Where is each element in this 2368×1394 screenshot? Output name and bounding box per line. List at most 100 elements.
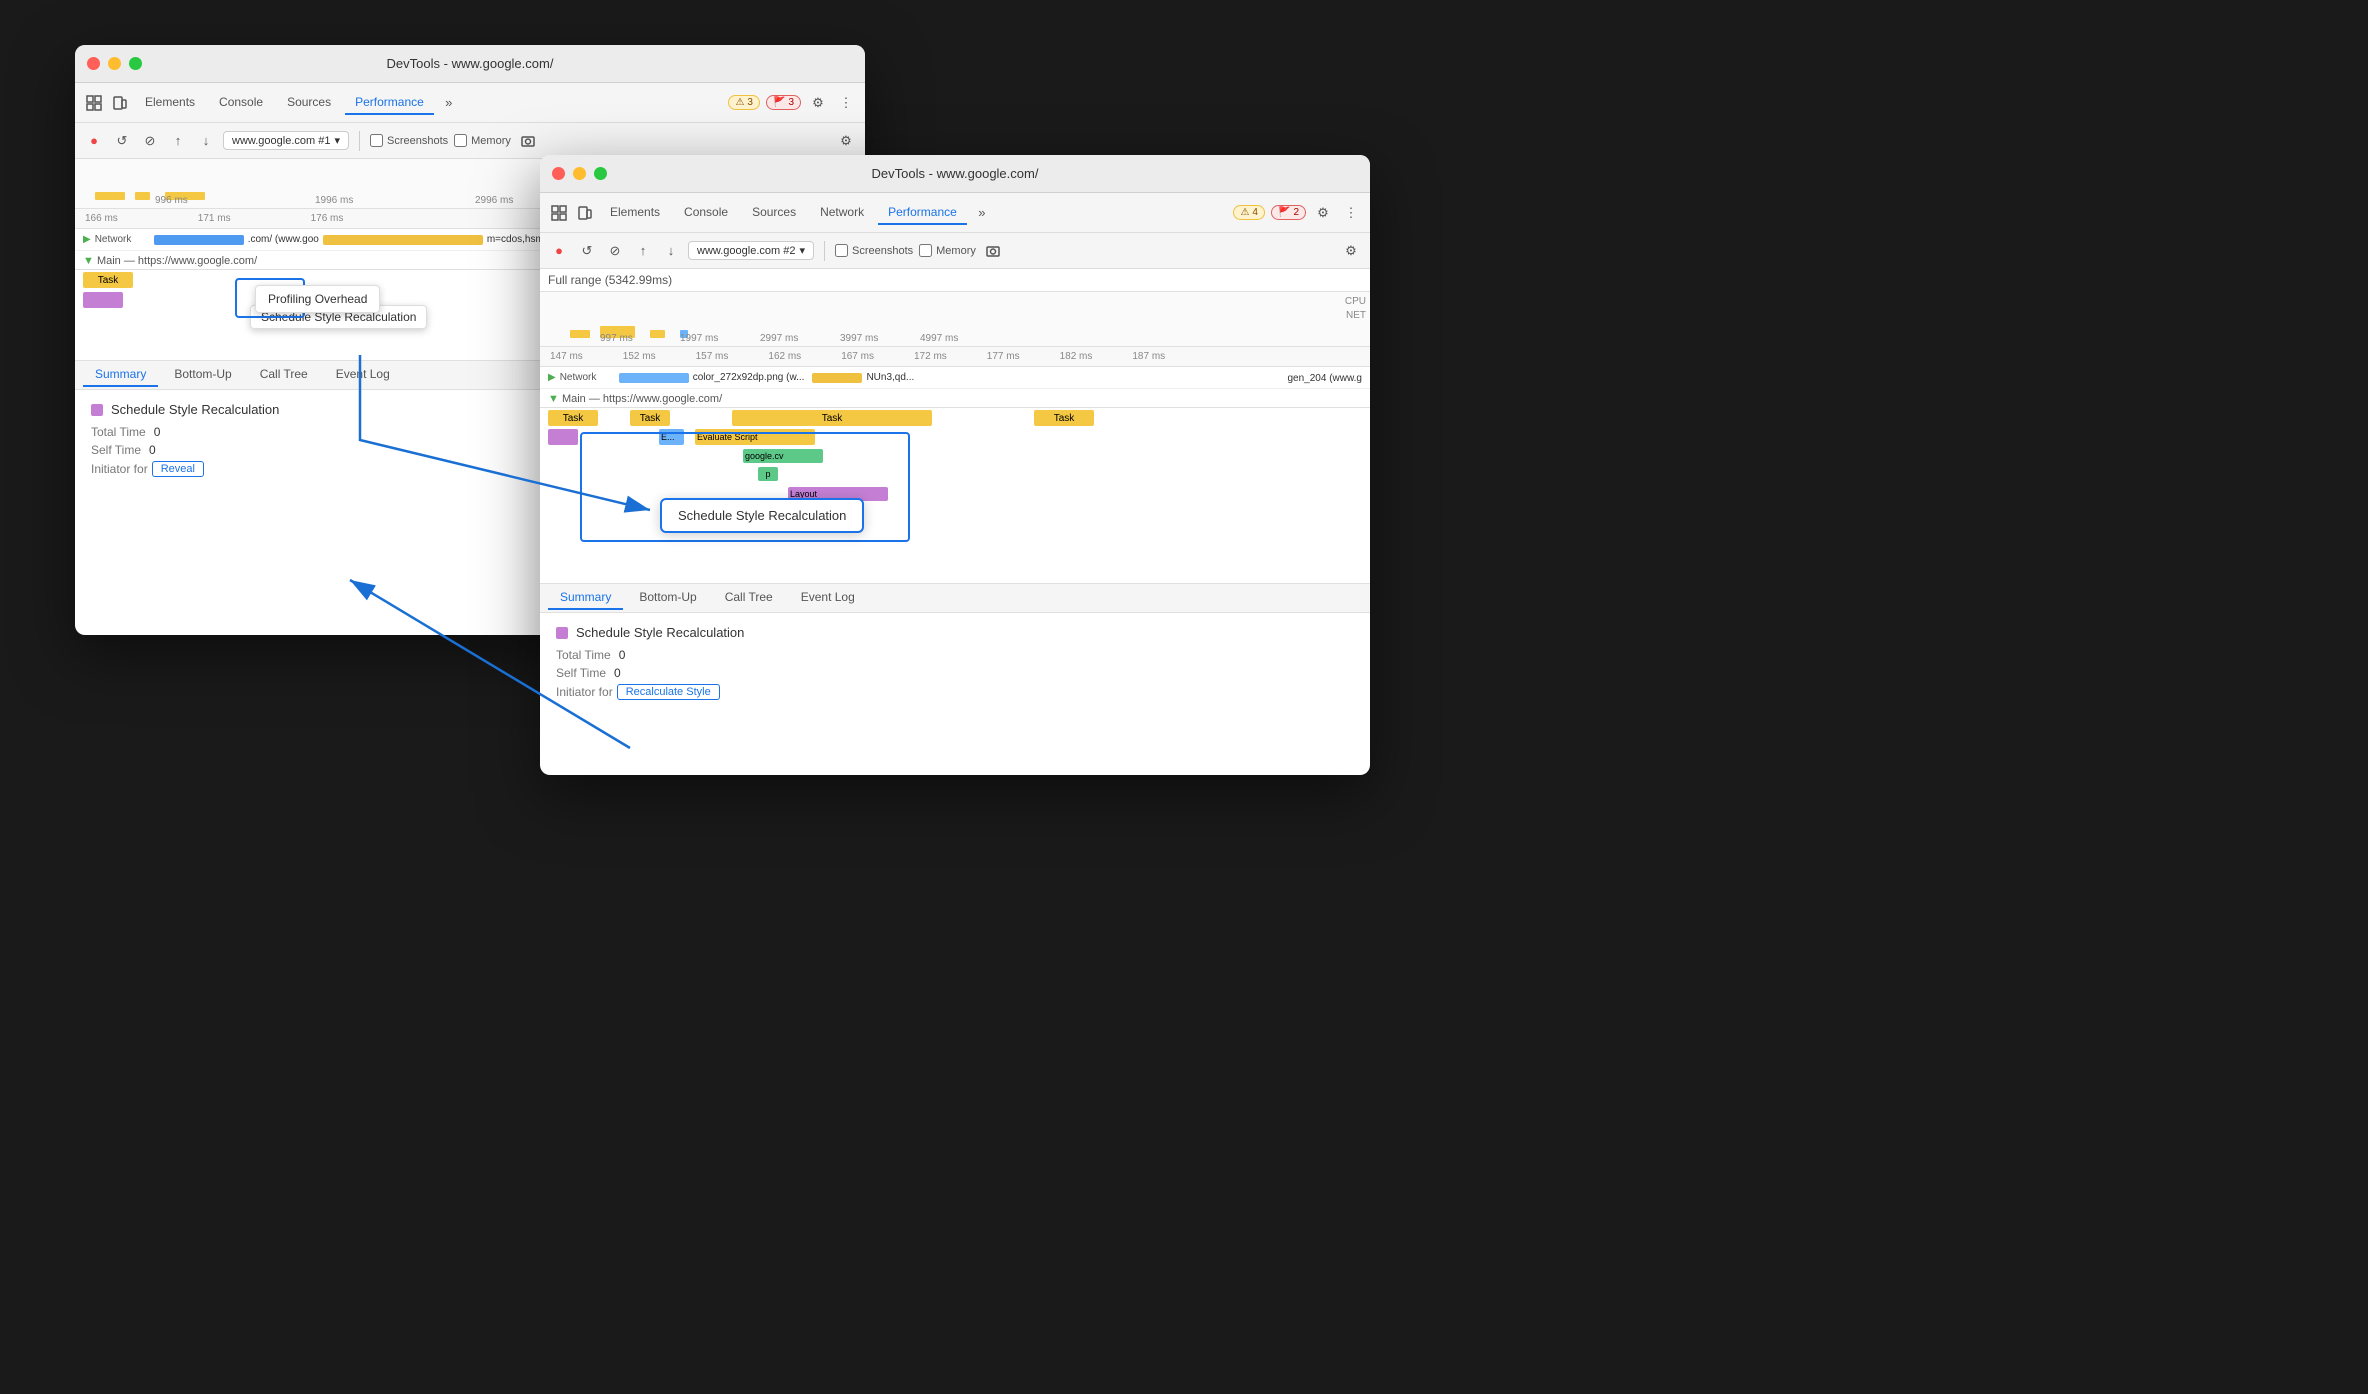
back-screenshots-check[interactable]: Screenshots (370, 134, 448, 147)
back-clear-icon[interactable]: ⊘ (139, 130, 161, 152)
back-reload-icon[interactable]: ↺ (111, 130, 133, 152)
front-recalculate-btn[interactable]: Recalculate Style (617, 684, 720, 700)
front-task-1[interactable]: Task (548, 410, 598, 426)
back-main-arrow: ▼ (83, 255, 94, 267)
front-device-icon[interactable] (574, 202, 596, 224)
back-tab-summary[interactable]: Summary (83, 363, 158, 387)
back-mark-2: 1996 ms (315, 195, 353, 206)
back-device-icon[interactable] (109, 92, 131, 114)
back-err-badge: 🚩 3 (766, 95, 801, 110)
front-net-bar-3-wrap: gen_204 (www.g (1288, 372, 1363, 384)
front-inspect-icon[interactable] (548, 202, 570, 224)
front-p-block[interactable]: p (758, 467, 778, 481)
back-tab-event-log[interactable]: Event Log (324, 363, 402, 387)
back-close-btn[interactable] (87, 57, 100, 70)
front-net-bar-2 (812, 373, 862, 383)
front-memory-checkbox[interactable] (919, 244, 932, 257)
back-download-icon[interactable]: ↓ (195, 130, 217, 152)
back-task-block-1[interactable]: Task (83, 272, 133, 288)
back-memory-check[interactable]: Memory (454, 134, 511, 147)
back-style-block-1[interactable] (83, 292, 123, 308)
front-screenshots-checkbox[interactable] (835, 244, 848, 257)
back-err-count: 3 (788, 97, 794, 108)
front-mark-3: 2997 ms (760, 333, 798, 344)
front-clear-icon[interactable]: ⊘ (604, 240, 626, 262)
back-tab-call-tree[interactable]: Call Tree (248, 363, 320, 387)
front-memory-check[interactable]: Memory (919, 244, 976, 257)
back-tab-performance[interactable]: Performance (345, 91, 434, 115)
back-screenshots-checkbox[interactable] (370, 134, 383, 147)
back-max-btn[interactable] (129, 57, 142, 70)
back-mark-3: 2996 ms (475, 195, 513, 206)
front-memory-label: Memory (936, 245, 976, 257)
front-googlecv-block[interactable]: google.cv (743, 449, 823, 463)
back-tab-sources[interactable]: Sources (277, 91, 341, 115)
front-upload-icon[interactable]: ↑ (632, 240, 654, 262)
front-max-btn[interactable] (594, 167, 607, 180)
back-perf-settings-icon[interactable]: ⚙ (835, 130, 857, 152)
front-total-time-label: Total Time (556, 648, 611, 662)
front-more-tabs-icon[interactable]: » (971, 202, 993, 224)
back-ruler-mark-1: 166 ms (85, 213, 118, 224)
back-upload-icon[interactable]: ↑ (167, 130, 189, 152)
front-screenshots-label: Screenshots (852, 245, 913, 257)
front-tab-console[interactable]: Console (674, 201, 738, 225)
front-schedule-style-text: Schedule Style Recalculation (678, 508, 846, 523)
back-inspect-icon[interactable] (83, 92, 105, 114)
front-self-time-label: Self Time (556, 666, 606, 680)
back-tab-elements[interactable]: Elements (135, 91, 205, 115)
front-screenshot-capture-icon[interactable] (982, 240, 1004, 262)
front-total-time-value: 0 (619, 648, 626, 662)
front-mini-bar-1 (570, 330, 590, 338)
front-summary-title-text: Schedule Style Recalculation (576, 625, 744, 640)
front-task-4[interactable]: Task (1034, 410, 1094, 426)
front-tab-elements[interactable]: Elements (600, 201, 670, 225)
front-close-btn[interactable] (552, 167, 565, 180)
front-url-badge: www.google.com #2 ▾ (688, 241, 814, 260)
front-ruler-m7: 177 ms (987, 351, 1020, 362)
front-task-2[interactable]: Task (630, 410, 670, 426)
back-memory-checkbox[interactable] (454, 134, 467, 147)
front-task-3[interactable]: Task (732, 410, 932, 426)
back-network-text-1: .com/ (www.goo (248, 234, 319, 245)
front-tab-event-log[interactable]: Event Log (789, 586, 867, 610)
back-url-arrow[interactable]: ▾ (334, 134, 340, 147)
front-e-block[interactable]: E... (659, 429, 684, 445)
front-self-time-value: 0 (614, 666, 621, 680)
back-record-icon[interactable]: ● (83, 130, 105, 152)
back-tab-bottom-up[interactable]: Bottom-Up (162, 363, 243, 387)
back-reveal-btn[interactable]: Reveal (152, 461, 204, 477)
front-record-icon[interactable]: ● (548, 240, 570, 262)
front-min-btn[interactable] (573, 167, 586, 180)
front-tab-summary[interactable]: Summary (548, 586, 623, 610)
back-more-icon[interactable]: ⋮ (835, 92, 857, 114)
front-download-icon[interactable]: ↓ (660, 240, 682, 262)
back-err-icon: 🚩 (773, 97, 785, 108)
front-flame-row-2: E... Evaluate Script (540, 428, 1370, 448)
front-evaluate-block[interactable]: Evaluate Script (695, 429, 815, 445)
front-perf-settings-icon[interactable]: ⚙ (1340, 240, 1362, 262)
back-warn-badge: ⚠ 3 (728, 95, 760, 110)
front-initiator-label: Initiator for (556, 685, 613, 699)
back-settings-icon[interactable]: ⚙ (807, 92, 829, 114)
front-screenshots-check[interactable]: Screenshots (835, 244, 913, 257)
front-tab-performance[interactable]: Performance (878, 201, 967, 225)
front-more-icon[interactable]: ⋮ (1340, 202, 1362, 224)
front-schedule-style-popup: Schedule Style Recalculation (660, 498, 864, 533)
front-tab-bottom-up[interactable]: Bottom-Up (627, 586, 708, 610)
front-tab-network[interactable]: Network (810, 201, 874, 225)
front-warn-icon: ⚠ (1240, 207, 1249, 218)
back-screenshot-capture-icon[interactable] (517, 130, 539, 152)
back-min-btn[interactable] (108, 57, 121, 70)
front-task-row: Task Task Task Task (540, 408, 1370, 428)
front-url-arrow[interactable]: ▾ (799, 244, 805, 257)
front-tab-call-tree[interactable]: Call Tree (713, 586, 785, 610)
back-more-tabs-icon[interactable]: » (438, 92, 460, 114)
back-tab-console[interactable]: Console (209, 91, 273, 115)
front-tab-sources[interactable]: Sources (742, 201, 806, 225)
front-purple-block[interactable] (548, 429, 578, 445)
front-reload-icon[interactable]: ↺ (576, 240, 598, 262)
front-main-label: Main — https://www.google.com/ (562, 393, 722, 405)
front-settings-icon[interactable]: ⚙ (1312, 202, 1334, 224)
front-devtools-window: DevTools - www.google.com/ Elements Cons… (540, 155, 1370, 775)
